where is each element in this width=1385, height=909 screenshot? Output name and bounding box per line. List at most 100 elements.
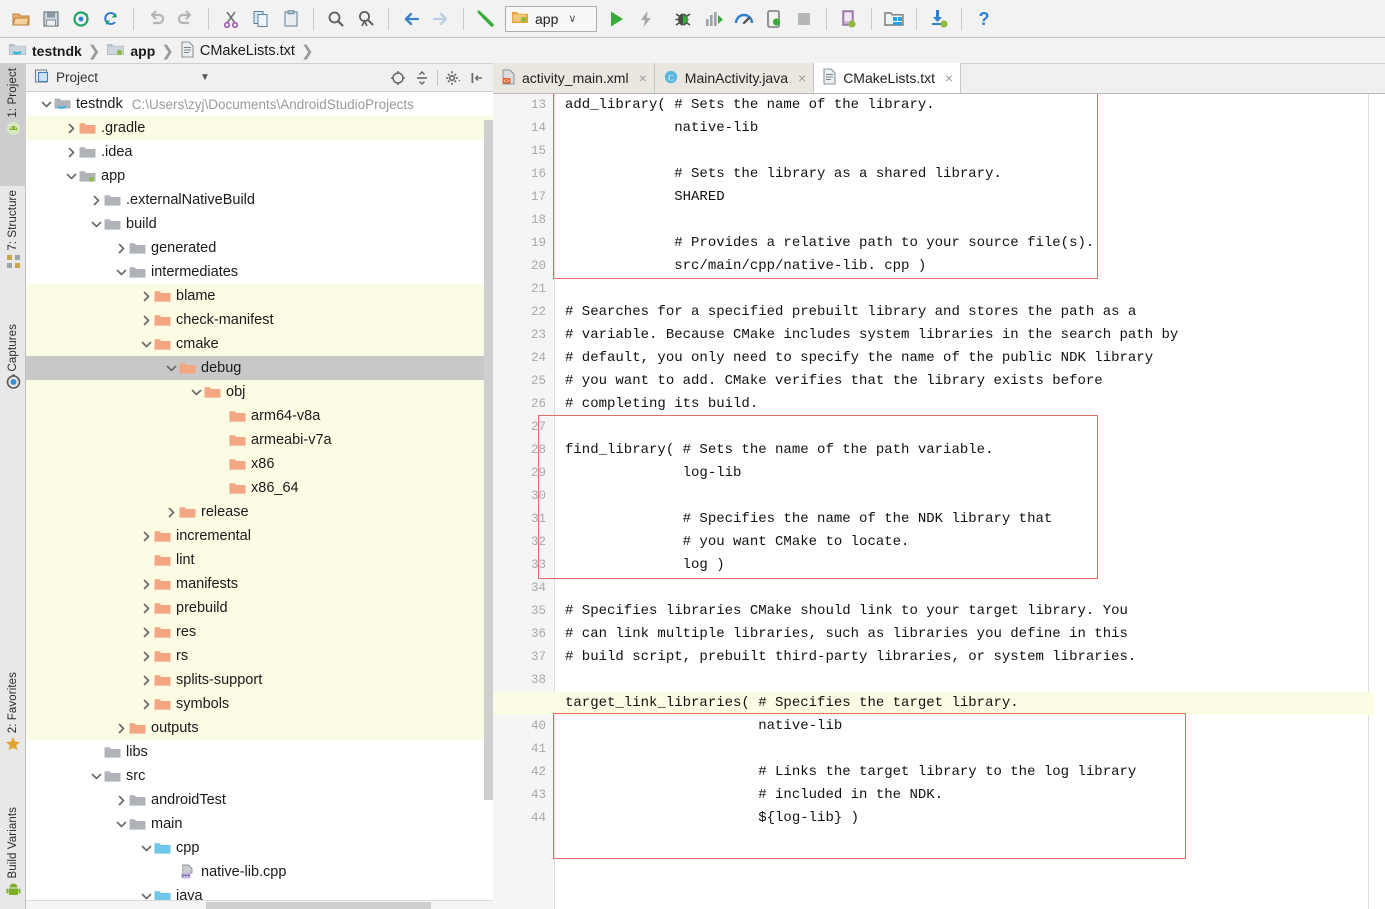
line-number[interactable]: 41 <box>496 738 546 761</box>
project-tree[interactable]: testndk C:\Users\zyj\Documents\AndroidStu… <box>26 92 493 902</box>
tree-node[interactable]: obj <box>26 380 493 404</box>
scroll-from-source-icon[interactable] <box>386 66 410 90</box>
copy-icon[interactable] <box>246 4 276 34</box>
stop-icon[interactable] <box>789 4 819 34</box>
line-number[interactable]: 17 <box>496 186 546 209</box>
tree-node[interactable]: build <box>26 212 493 236</box>
chevron-down-icon[interactable] <box>114 260 129 284</box>
project-view-selector[interactable]: Project ▼ <box>26 68 210 87</box>
sidebar-item-captures[interactable]: Captures <box>0 320 26 438</box>
chevron-down-icon[interactable] <box>89 764 104 788</box>
chevron-down-icon[interactable] <box>164 356 179 380</box>
chevron-down-icon[interactable]: ∨ <box>568 12 576 25</box>
tree-node[interactable]: res <box>26 620 493 644</box>
tree-node[interactable]: .externalNativeBuild <box>26 188 493 212</box>
editor-scrollbar-vertical[interactable] <box>1374 94 1385 909</box>
close-icon[interactable]: × <box>639 70 647 86</box>
chevron-right-icon[interactable] <box>139 596 154 620</box>
chevron-right-icon[interactable] <box>64 116 79 140</box>
avd-manager-icon[interactable] <box>834 4 864 34</box>
chevron-right-icon[interactable] <box>139 284 154 308</box>
monitor-icon[interactable] <box>729 4 759 34</box>
line-number[interactable]: 44 <box>496 807 546 830</box>
redo-icon[interactable] <box>171 4 201 34</box>
close-icon[interactable]: × <box>945 70 953 86</box>
tree-node[interactable]: .idea <box>26 140 493 164</box>
tree-node[interactable]: lint <box>26 548 493 572</box>
tree-node[interactable]: x86 <box>26 452 493 476</box>
chevron-right-icon[interactable] <box>139 692 154 716</box>
chevron-down-icon[interactable] <box>189 380 204 404</box>
back-icon[interactable] <box>396 4 426 34</box>
find-icon[interactable] <box>321 4 351 34</box>
code-editor[interactable]: 13 14 15 16 17 18 19 20 21 22 23 24 25 26 27 28 29 30 31 32… <box>493 94 1385 909</box>
hide-panel-icon[interactable] <box>465 66 489 90</box>
tree-node[interactable]: armeabi-v7a <box>26 428 493 452</box>
line-number[interactable]: 24 <box>496 347 546 370</box>
line-number[interactable]: 23 <box>496 324 546 347</box>
line-number[interactable]: 42 <box>496 761 546 784</box>
project-tree-scrollbar-horizontal[interactable] <box>26 900 493 909</box>
code-line[interactable]: # default, you only need to specify the … <box>555 347 1153 370</box>
line-number[interactable]: 35 <box>496 600 546 623</box>
code-line[interactable]: # you want to add. CMake verifies that t… <box>555 370 1103 393</box>
tree-node[interactable]: c++ native-lib.cpp <box>26 860 493 884</box>
line-number[interactable]: 22 <box>496 301 546 324</box>
save-all-icon[interactable] <box>36 4 66 34</box>
chevron-right-icon[interactable] <box>139 620 154 644</box>
tree-node[interactable]: main <box>26 812 493 836</box>
line-number[interactable]: 43 <box>496 784 546 807</box>
chevron-down-icon[interactable] <box>64 164 79 188</box>
cut-icon[interactable] <box>216 4 246 34</box>
tree-node[interactable]: release <box>26 500 493 524</box>
line-number[interactable]: 25 <box>496 370 546 393</box>
line-number[interactable]: 40 <box>496 715 546 738</box>
chevron-right-icon[interactable] <box>64 140 79 164</box>
chevron-down-icon[interactable] <box>89 212 104 236</box>
debug-icon[interactable] <box>669 4 699 34</box>
code-line[interactable]: # Searches for a specified prebuilt libr… <box>555 301 1136 324</box>
line-number[interactable]: 20 <box>496 255 546 278</box>
collapse-all-icon[interactable] <box>410 66 434 90</box>
tab-main-activity-java[interactable]: C MainActivity.java × <box>654 63 815 93</box>
tree-node[interactable]: intermediates <box>26 260 493 284</box>
attach-debugger-icon[interactable] <box>759 4 789 34</box>
breadcrumb-item-module[interactable]: app <box>106 38 158 64</box>
tree-node[interactable]: check-manifest <box>26 308 493 332</box>
code-line[interactable]: # completing its build. <box>555 393 758 416</box>
breadcrumb-item-file[interactable]: CMakeLists.txt <box>180 38 298 64</box>
line-number[interactable]: 34 <box>496 577 546 600</box>
chevron-down-icon[interactable] <box>139 332 154 356</box>
chevron-down-icon[interactable] <box>139 836 154 860</box>
chevron-right-icon[interactable] <box>114 236 129 260</box>
chevron-right-icon[interactable] <box>139 644 154 668</box>
chevron-right-icon[interactable] <box>164 500 179 524</box>
tree-node[interactable]: cmake <box>26 332 493 356</box>
chevron-down-icon[interactable]: ▼ <box>200 72 210 83</box>
close-icon[interactable]: × <box>798 70 806 86</box>
chevron-right-icon[interactable] <box>139 308 154 332</box>
tree-node[interactable]: outputs <box>26 716 493 740</box>
chevron-right-icon[interactable] <box>114 788 129 812</box>
tree-node[interactable]: testndk C:\Users\zyj\Documents\AndroidStu… <box>26 92 493 116</box>
breadcrumb-item-project[interactable]: testndk <box>8 38 85 64</box>
forward-icon[interactable] <box>426 4 456 34</box>
sidebar-item-project[interactable]: 1: Project <box>0 64 26 186</box>
line-number[interactable]: 13 <box>496 94 546 117</box>
tree-node[interactable]: incremental <box>26 524 493 548</box>
tree-node[interactable]: symbols <box>26 692 493 716</box>
code-line[interactable] <box>555 669 565 692</box>
line-number[interactable]: 26 <box>496 393 546 416</box>
sidebar-item-favorites[interactable]: 2: Favorites <box>0 668 26 803</box>
chevron-down-icon[interactable] <box>39 92 54 116</box>
tree-node[interactable]: x86_64 <box>26 476 493 500</box>
chevron-right-icon[interactable] <box>139 524 154 548</box>
sidebar-item-structure[interactable]: 7: Structure <box>0 186 26 320</box>
open-icon[interactable] <box>6 4 36 34</box>
tree-node[interactable]: app <box>26 164 493 188</box>
refresh-icon[interactable] <box>96 4 126 34</box>
code-line[interactable] <box>555 577 565 600</box>
help-icon[interactable]: ? <box>969 4 999 34</box>
line-number[interactable]: 21 <box>496 278 546 301</box>
tree-node[interactable]: manifests <box>26 572 493 596</box>
